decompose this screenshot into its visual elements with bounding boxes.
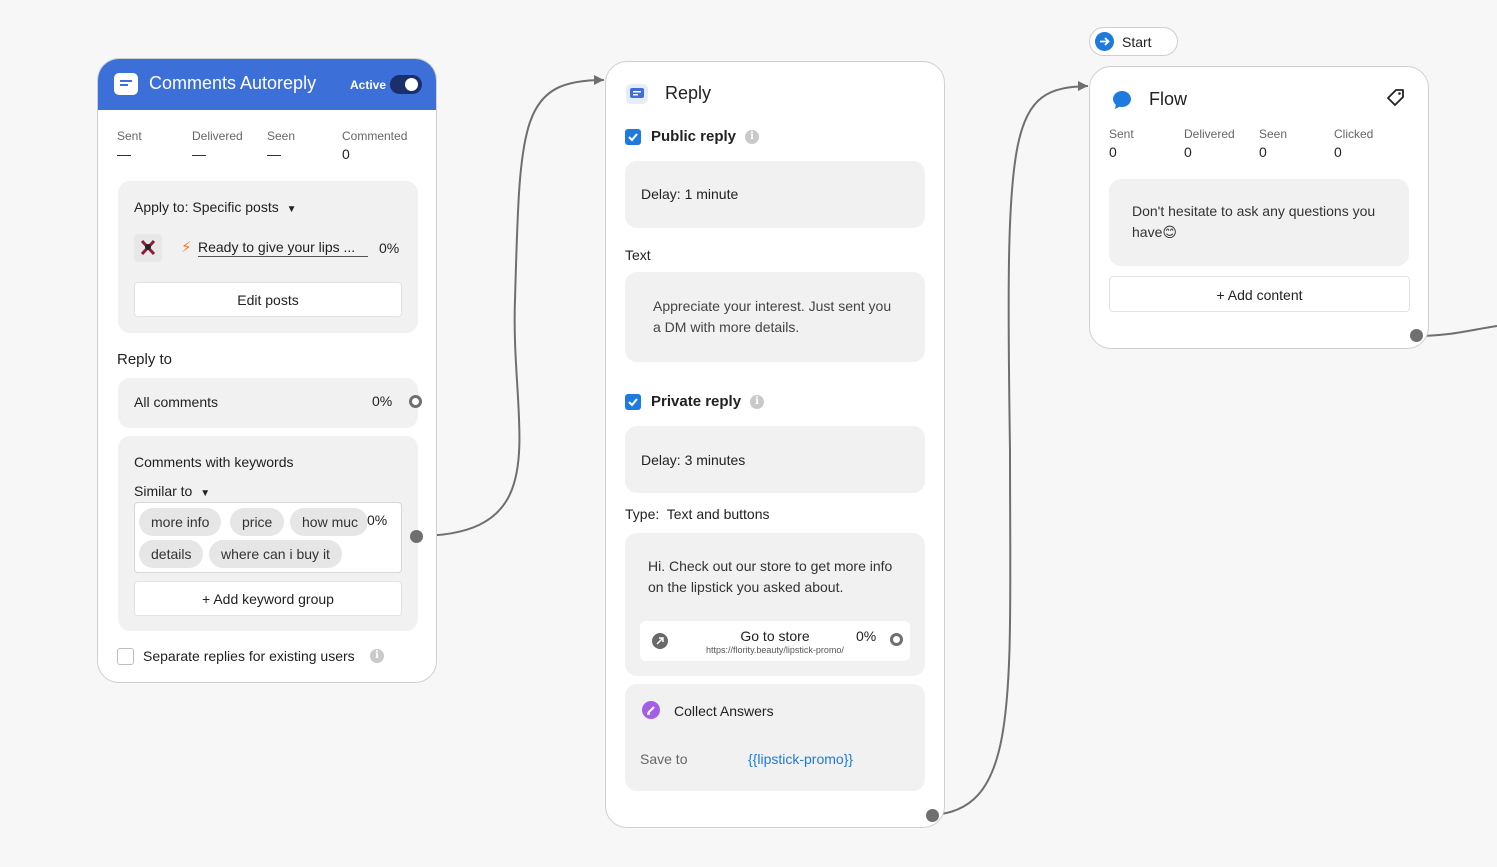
stat-delivered-value: — xyxy=(192,146,206,162)
keywords-box: Comments with keywords Similar to ▼ more… xyxy=(118,436,418,631)
all-comments-output-port[interactable] xyxy=(409,395,422,408)
keywords-heading: Comments with keywords xyxy=(134,454,294,470)
connector-keywords-to-reply xyxy=(415,79,605,537)
arrow-head-reply xyxy=(594,75,604,85)
info-icon[interactable]: i xyxy=(745,130,759,144)
public-reply-checkbox[interactable] xyxy=(625,129,641,145)
go-to-store-button[interactable]: Go to store https://flority.beauty/lipst… xyxy=(640,621,910,661)
all-comments-label: All comments xyxy=(134,394,219,410)
apply-to-box: Apply to: Specific posts ▼ ⚡ Ready to gi… xyxy=(118,181,418,333)
arrow-head-flow xyxy=(1078,81,1088,91)
all-comments-option[interactable]: All comments 0% xyxy=(118,378,418,428)
post-percent: 0% xyxy=(379,240,400,256)
flow-stat-clicked-value: 0 xyxy=(1334,144,1342,160)
reply-card[interactable]: Reply Public reply i Delay: 1 minute Tex… xyxy=(605,61,945,828)
stat-sent-label: Sent xyxy=(117,129,142,143)
arrow-right-icon xyxy=(1095,32,1114,51)
flow-title: Flow xyxy=(1149,89,1188,109)
private-text: Hi. Check out our store to get more info… xyxy=(648,558,893,595)
button-url: https://flority.beauty/lipstick-promo/ xyxy=(706,645,844,655)
lightning-icon: ⚡ xyxy=(181,239,192,256)
post-thumbnail xyxy=(134,234,162,262)
apply-to-dropdown[interactable]: Apply to: Specific posts ▼ xyxy=(134,199,297,215)
keyword-chip[interactable]: more info xyxy=(139,508,222,536)
active-label: Active xyxy=(350,78,387,92)
reply-message-icon xyxy=(626,84,648,104)
save-to-variable[interactable]: {{lipstick-promo}} xyxy=(748,751,853,767)
stat-seen-value: — xyxy=(267,146,281,162)
add-keyword-group-button[interactable]: + Add keyword group xyxy=(134,581,402,616)
info-icon[interactable]: i xyxy=(750,395,764,409)
match-mode-dropdown[interactable]: Similar to ▼ xyxy=(134,483,210,499)
message-type-label: Type: Text and buttons xyxy=(625,506,770,522)
keywords-output-port[interactable] xyxy=(410,530,423,543)
start-label: Start xyxy=(1122,34,1152,50)
flow-message-box[interactable]: Don't hesitate to ask any questions you … xyxy=(1109,179,1409,266)
reply-output-port[interactable] xyxy=(926,809,939,822)
edit-pencil-icon xyxy=(642,701,660,719)
keyword-chip[interactable]: how muc xyxy=(290,508,368,536)
edit-posts-button[interactable]: Edit posts xyxy=(134,282,402,317)
post-title-link[interactable]: Ready to give your lips ... xyxy=(198,239,368,257)
stat-sent-value: — xyxy=(117,146,131,162)
private-delay-label: Delay: 3 minutes xyxy=(641,452,746,468)
collect-answers-label: Collect Answers xyxy=(674,703,774,719)
reply-to-heading: Reply to xyxy=(117,351,173,368)
stat-commented-value: 0 xyxy=(342,146,350,162)
button-percent: 0% xyxy=(856,628,877,644)
keyword-chip[interactable]: price xyxy=(230,508,285,536)
flow-output-port[interactable] xyxy=(1410,329,1423,342)
flow-stat-clicked-label: Clicked xyxy=(1334,127,1374,141)
keyword-chip[interactable]: where can i buy it xyxy=(209,540,342,568)
flow-stat-delivered-label: Delivered xyxy=(1184,127,1235,141)
stat-commented-label: Commented xyxy=(342,129,408,143)
comment-icon xyxy=(114,73,138,95)
apply-to-label: Apply to: Specific posts xyxy=(134,199,279,215)
public-delay-label: Delay: 1 minute xyxy=(641,186,739,202)
flow-stat-sent-label: Sent xyxy=(1109,127,1134,141)
keywords-percent: 0% xyxy=(367,512,388,528)
public-text: Appreciate your interest. Just sent you … xyxy=(653,298,892,335)
private-delay-box[interactable]: Delay: 3 minutes xyxy=(625,426,925,493)
separate-replies-label: Separate replies for existing users xyxy=(143,648,355,664)
autoreply-header[interactable]: Comments Autoreply Active xyxy=(98,59,436,110)
chevron-down-icon: ▼ xyxy=(200,488,211,499)
separate-replies-checkbox[interactable] xyxy=(117,648,134,665)
tag-icon[interactable] xyxy=(1385,88,1405,108)
stat-delivered-label: Delivered xyxy=(192,129,243,143)
flow-card[interactable]: Flow Sent 0 Delivered 0 Seen 0 Clicked 0… xyxy=(1089,66,1429,349)
autoreply-title: Comments Autoreply xyxy=(149,73,317,93)
active-toggle[interactable] xyxy=(390,75,422,94)
stat-seen-label: Seen xyxy=(267,129,296,143)
text-heading: Text xyxy=(625,247,651,263)
messenger-icon xyxy=(1112,90,1132,110)
public-delay-box[interactable]: Delay: 1 minute xyxy=(625,161,925,228)
keywords-field[interactable]: more info price how muc 0% details where… xyxy=(134,502,402,573)
comments-autoreply-card[interactable]: Comments Autoreply Active Sent — Deliver… xyxy=(97,58,437,683)
all-comments-percent: 0% xyxy=(372,393,393,409)
collect-answers-box[interactable]: Collect Answers Save to {{lipstick-promo… xyxy=(625,684,925,791)
private-reply-checkbox[interactable] xyxy=(625,394,641,410)
info-icon[interactable]: i xyxy=(370,649,384,663)
flow-stat-seen-label: Seen xyxy=(1259,127,1288,141)
save-to-label: Save to xyxy=(640,751,688,767)
add-content-button[interactable]: + Add content xyxy=(1109,276,1410,312)
flow-stat-seen-value: 0 xyxy=(1259,144,1267,160)
go-to-store-output-port[interactable] xyxy=(890,633,903,646)
keyword-chip[interactable]: details xyxy=(139,540,204,568)
flow-message-text: Don't hesitate to ask any questions you … xyxy=(1132,203,1376,240)
flow-stat-sent-value: 0 xyxy=(1109,144,1117,160)
match-mode-label: Similar to xyxy=(134,483,193,499)
public-text-box[interactable]: Appreciate your interest. Just sent you … xyxy=(625,272,925,362)
flow-stat-delivered-value: 0 xyxy=(1184,144,1192,160)
start-pill[interactable]: Start xyxy=(1089,27,1178,56)
connector-reply-to-flow xyxy=(931,85,1089,816)
chevron-down-icon: ▼ xyxy=(286,204,297,215)
private-message-box[interactable]: Hi. Check out our store to get more info… xyxy=(625,533,925,676)
public-reply-label: Public reply xyxy=(651,128,737,145)
reply-title: Reply xyxy=(665,83,712,103)
private-reply-label: Private reply xyxy=(651,393,742,410)
